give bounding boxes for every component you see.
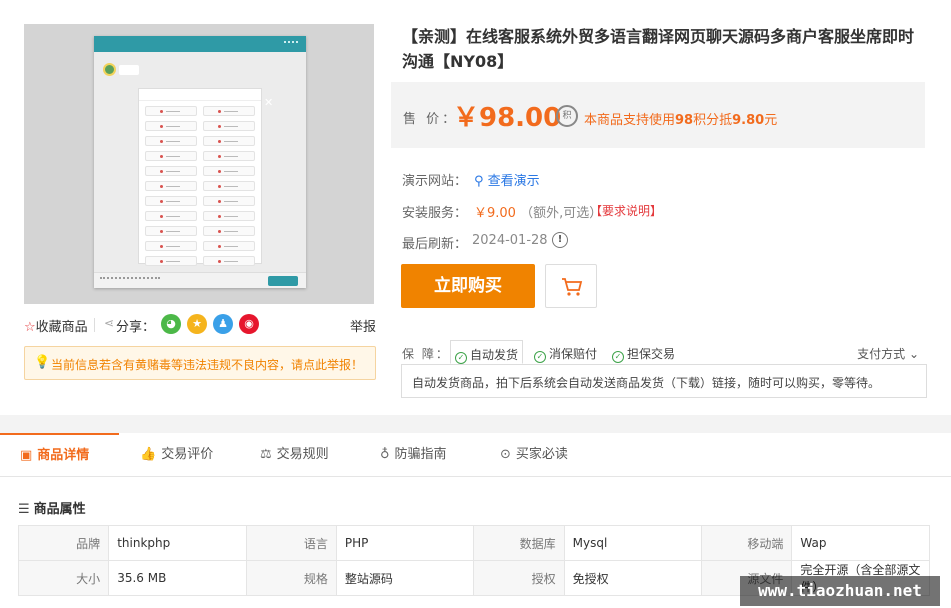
- chat-input-bar: [94, 272, 306, 288]
- chat-window-mockup: [94, 36, 306, 288]
- table-row: 品牌 thinkphp 语言 PHP 数据库 Mysql 移动端 Wap: [17, 525, 930, 561]
- warning-text: 当前信息若含有黄赌毒等违法违规不良内容，请点此举报！: [51, 358, 364, 372]
- tab-anti-fraud[interactable]: ♁ 防骗指南: [380, 433, 447, 477]
- report-warning-banner[interactable]: 💡 当前信息若含有黄赌毒等违法违规不良内容，请点此举报！: [24, 346, 376, 380]
- language-select-dialog: [138, 88, 262, 266]
- language-option: [145, 256, 197, 266]
- language-option: [203, 106, 255, 116]
- shield-icon: ♁: [380, 447, 390, 462]
- guarantee-label: 保 障：: [402, 347, 450, 361]
- product-price: ￥98.00: [453, 103, 562, 133]
- info-icon[interactable]: !: [552, 232, 568, 248]
- guarantee-auto-delivery[interactable]: ✓ 自动发货: [450, 340, 524, 364]
- language-option: [203, 181, 255, 191]
- language-option: [203, 211, 255, 221]
- language-grid: [139, 101, 261, 271]
- tab-buyer-notice[interactable]: ⊙ 买家必读: [500, 433, 568, 477]
- attributes-heading: ☰ 商品属性: [18, 502, 86, 517]
- share-icon: ⋖: [104, 316, 115, 330]
- check-icon: ✓: [534, 351, 546, 363]
- language-option: [145, 181, 197, 191]
- language-option: [145, 136, 197, 146]
- language-option: [203, 136, 255, 146]
- language-option: [145, 241, 197, 251]
- star-icon: ☆: [24, 320, 36, 335]
- chat-bubble: [119, 65, 139, 75]
- language-option: [145, 196, 197, 206]
- language-option: [203, 241, 255, 251]
- demo-link[interactable]: ⚲ 查看演示: [474, 170, 540, 189]
- favorite-button[interactable]: ☆收藏商品: [24, 316, 88, 335]
- tab-product-details[interactable]: ▣ 商品详情: [0, 433, 119, 477]
- chevron-down-icon: ⌄: [905, 347, 919, 361]
- site-watermark: www.tiaozhuan.net: [740, 576, 940, 606]
- chat-window-titlebar: [94, 36, 306, 52]
- cart-icon: [562, 278, 583, 296]
- detail-tabs: ▣ 商品详情 👍 交易评价 ⚖ 交易规则 ♁ 防骗指南 ⊙ 买家必读: [0, 433, 951, 477]
- tab-reviews[interactable]: 👍 交易评价: [140, 433, 213, 477]
- preview-action-row: ☆收藏商品 ⋖ 分享： ◕ ★ ♟ ◉ 举报: [24, 314, 376, 336]
- points-icon: 积: [556, 105, 578, 127]
- language-option: [145, 106, 197, 116]
- price-panel: 售 价： ￥98.00 积 本商品支持使用98积分抵9.80元: [391, 82, 925, 148]
- language-option: [145, 211, 197, 221]
- report-link[interactable]: 举报: [350, 316, 376, 335]
- qq-share-icon[interactable]: ♟: [213, 314, 233, 334]
- language-option: [203, 151, 255, 161]
- service-label: 安装服务：: [402, 206, 468, 221]
- buy-now-button[interactable]: 立即购买: [401, 264, 535, 308]
- weibo-share-icon[interactable]: ◉: [239, 314, 259, 334]
- language-option: [145, 121, 197, 131]
- share-label: 分享：: [116, 320, 156, 335]
- language-option: [203, 256, 255, 266]
- language-option: [145, 226, 197, 236]
- section-divider: [0, 415, 951, 433]
- search-icon: ⚲: [474, 174, 484, 189]
- guarantee-compensation[interactable]: ✓ 消保赔付: [530, 340, 601, 364]
- qzone-share-icon[interactable]: ★: [187, 314, 207, 334]
- language-option: [203, 166, 255, 176]
- close-icon: ✕: [264, 96, 274, 109]
- wechat-share-icon[interactable]: ◕: [161, 314, 181, 334]
- tab-trade-rules[interactable]: ⚖ 交易规则: [260, 433, 329, 477]
- agent-avatar: [103, 63, 116, 76]
- check-icon: ✓: [455, 352, 467, 364]
- scale-icon: ⚖: [260, 447, 272, 462]
- list-search-icon: ☰: [18, 502, 30, 517]
- language-option: [203, 226, 255, 236]
- service-request-link[interactable]: 【要求说明】: [590, 202, 662, 219]
- language-option: [203, 196, 255, 206]
- refresh-date: 2024-01-28: [472, 233, 548, 248]
- thumbs-up-icon: 👍: [140, 447, 157, 462]
- language-option: [145, 151, 197, 161]
- points-info: 本商品支持使用98积分抵9.80元: [584, 113, 778, 128]
- notice-icon: ⊙: [500, 447, 511, 462]
- payment-method-dropdown[interactable]: 支付方式 ⌄: [857, 345, 919, 362]
- service-price: ￥9.00 （额外,可选）: [474, 206, 603, 221]
- document-icon: ▣: [20, 448, 33, 463]
- price-label: 售 价：: [403, 112, 459, 127]
- demo-label: 演示网站：: [402, 174, 468, 189]
- check-icon: ✓: [612, 351, 624, 363]
- add-to-cart-button[interactable]: [545, 264, 597, 308]
- product-title: 【亲测】在线客服系统外贸多语言翻译网页聊天源码多商户客服坐席即时沟通【NY08】: [402, 27, 915, 71]
- product-preview-image[interactable]: ✕: [24, 24, 374, 304]
- lightbulb-icon: 💡: [34, 355, 51, 370]
- refresh-label: 最后刷新：: [402, 237, 468, 252]
- guarantee-escrow[interactable]: ✓ 担保交易: [608, 340, 679, 364]
- language-option: [203, 121, 255, 131]
- send-button-mockup: [268, 276, 298, 286]
- guarantee-description: 自动发货商品，拍下后系统会自动发送商品发货（下载）链接，随时可以购买，零等待。: [401, 364, 927, 398]
- language-option: [145, 166, 197, 176]
- dialog-title: [139, 89, 261, 101]
